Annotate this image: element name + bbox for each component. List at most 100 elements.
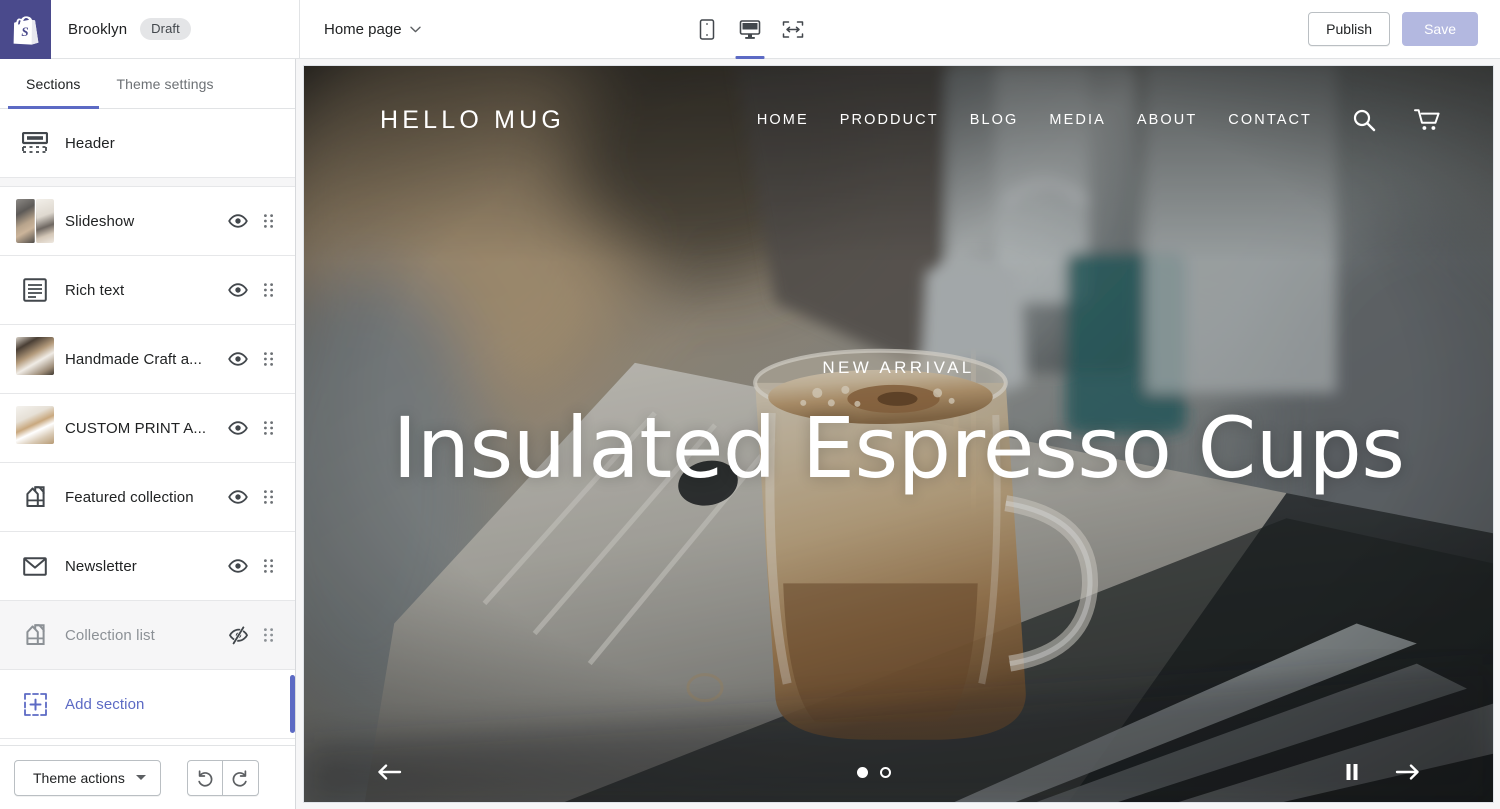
page-selector[interactable]: Home page [316, 15, 429, 44]
slideshow-dot-2[interactable] [879, 766, 891, 778]
add-section-label: Add section [65, 695, 145, 713]
pause-icon [1346, 764, 1358, 780]
nav-link-media[interactable]: MEDIA [1049, 112, 1105, 128]
slideshow-pause-button[interactable] [1345, 763, 1359, 781]
eye-icon [228, 283, 248, 297]
add-section-row[interactable]: Add section [0, 670, 295, 739]
section-row-handmade-craft[interactable]: Handmade Craft a... [0, 325, 295, 394]
slideshow-dot-1[interactable] [856, 766, 868, 778]
page-selector-area: Home page [300, 0, 429, 58]
visibility-toggle[interactable] [221, 487, 255, 507]
tab-sections[interactable]: Sections [8, 59, 99, 109]
slideshow-next-button[interactable] [1395, 763, 1421, 781]
slideshow-dots [856, 766, 891, 778]
shop-name-area: Brooklyn Draft [51, 0, 300, 58]
drag-handle-icon[interactable] [255, 489, 281, 505]
slideshow-prev-button[interactable] [376, 763, 402, 781]
section-row-slideshow[interactable]: Slideshow [0, 187, 295, 256]
mobile-icon [699, 19, 715, 40]
device-mobile-button[interactable] [691, 1, 724, 59]
shop-name: Brooklyn [68, 20, 128, 38]
arrow-left-icon [378, 764, 402, 780]
nav-link-contact[interactable]: CONTACT [1228, 112, 1312, 128]
visibility-toggle[interactable] [221, 280, 255, 300]
svg-text:S: S [21, 24, 28, 39]
drag-handle-icon[interactable] [255, 213, 281, 229]
undo-button[interactable] [186, 759, 223, 796]
nav-link-blog[interactable]: BLOG [970, 112, 1019, 128]
visibility-toggle[interactable] [221, 349, 255, 369]
collection-tag-icon [16, 616, 54, 654]
editor-body: Sections Theme settings Header Slideshow… [0, 59, 1500, 809]
nav-link-home[interactable]: HOME [757, 112, 809, 128]
publish-button[interactable]: Publish [1308, 12, 1391, 46]
eye-off-icon [228, 625, 248, 645]
section-label: CUSTOM PRINT A... [65, 419, 207, 437]
eye-icon [228, 421, 248, 435]
drag-handle-icon[interactable] [255, 558, 281, 574]
search-icon [1353, 109, 1376, 132]
redo-button[interactable] [222, 759, 259, 796]
section-label: Slideshow [65, 212, 135, 230]
search-button[interactable] [1352, 108, 1376, 132]
image-thumbnail [16, 406, 54, 450]
sidebar-tabs: Sections Theme settings [0, 59, 295, 109]
section-row-rich-text[interactable]: Rich text [0, 256, 295, 325]
top-bar-actions: Publish Save [1308, 0, 1500, 58]
store-preview-frame[interactable]: HELLO MUG HOME PRODDUCT BLOG MEDIA ABOUT… [303, 65, 1494, 803]
section-label: Rich text [65, 281, 125, 299]
redo-icon [232, 769, 247, 787]
section-row-collection-list[interactable]: Collection list [0, 601, 295, 670]
collection-tag-icon [16, 478, 54, 516]
eye-icon [228, 352, 248, 366]
drop-indicator [290, 675, 295, 733]
visibility-toggle[interactable] [221, 556, 255, 576]
image-thumbnail [16, 199, 54, 243]
visibility-toggle[interactable] [221, 418, 255, 438]
rich-text-icon [16, 271, 54, 309]
hero-background-image [304, 66, 1493, 802]
section-label: Header [65, 134, 115, 152]
image-thumbnail [16, 337, 54, 381]
theme-editor-app: S Brooklyn Draft Home page Publish Save … [0, 0, 1500, 809]
undo-icon [198, 769, 213, 787]
nav-link-about[interactable]: ABOUT [1137, 112, 1197, 128]
chevron-down-icon [409, 26, 421, 32]
add-section-icon [16, 685, 54, 723]
drag-handle-icon[interactable] [255, 351, 281, 367]
theme-actions-button[interactable]: Theme actions [14, 759, 161, 796]
eye-icon [228, 490, 248, 504]
cart-icon [1414, 109, 1440, 130]
visibility-toggle[interactable] [221, 625, 255, 646]
header-layout-icon [16, 124, 54, 162]
desktop-icon [739, 19, 761, 39]
device-fullwidth-button[interactable] [777, 1, 810, 59]
shopify-bag-icon: S [13, 15, 38, 45]
sections-list: Header Slideshow Rich text Handmade Craf… [0, 109, 295, 745]
slideshow-right-controls [1345, 763, 1421, 781]
cart-button[interactable] [1414, 108, 1441, 132]
section-row-featured-collection[interactable]: Featured collection [0, 463, 295, 532]
drag-handle-icon[interactable] [255, 420, 281, 436]
shopify-logo[interactable]: S [0, 0, 51, 59]
arrow-right-icon [1395, 764, 1419, 780]
sidebar: Sections Theme settings Header Slideshow… [0, 59, 296, 809]
visibility-toggle[interactable] [221, 211, 255, 231]
drag-handle-icon[interactable] [255, 282, 281, 298]
section-row-newsletter[interactable]: Newsletter [0, 532, 295, 601]
device-desktop-button[interactable] [734, 1, 767, 59]
tab-theme-settings[interactable]: Theme settings [99, 59, 232, 108]
drag-handle-icon[interactable] [255, 627, 281, 643]
section-label: Featured collection [65, 488, 194, 506]
section-row-custom-print[interactable]: CUSTOM PRINT A... [0, 394, 295, 463]
section-row-header[interactable]: Header [0, 109, 295, 178]
storefront-logo[interactable]: HELLO MUG [380, 106, 565, 135]
theme-actions-label: Theme actions [33, 769, 125, 786]
nav-link-prodduct[interactable]: PRODDUCT [840, 112, 939, 128]
caret-down-icon [135, 775, 146, 780]
eye-icon [228, 559, 248, 573]
save-button[interactable]: Save [1402, 12, 1478, 46]
page-selector-label: Home page [324, 20, 402, 38]
section-label: Handmade Craft a... [65, 350, 202, 368]
top-bar: S Brooklyn Draft Home page Publish Save [0, 0, 1500, 59]
